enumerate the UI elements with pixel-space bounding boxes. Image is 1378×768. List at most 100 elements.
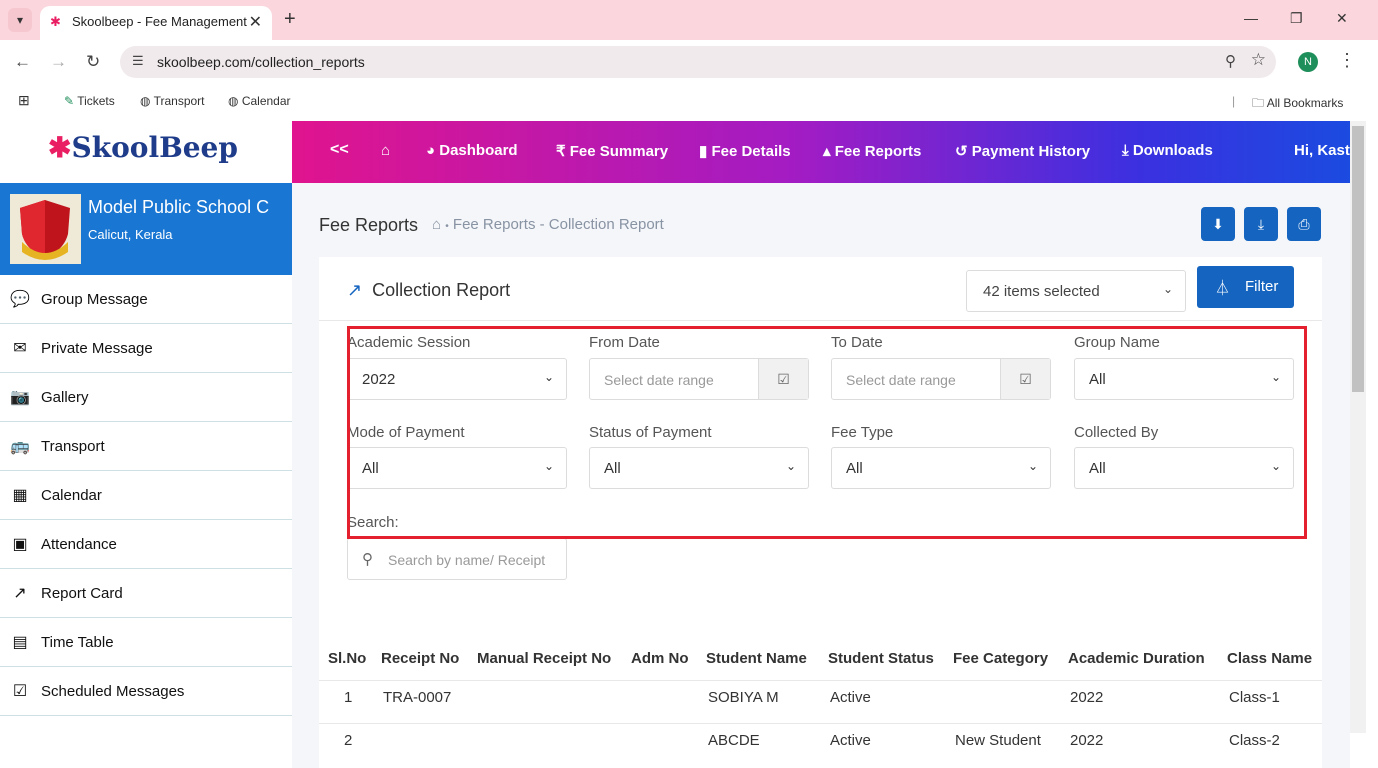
- bookmarks-divider: |: [1232, 94, 1236, 108]
- col-header[interactable]: Sl.No: [328, 650, 366, 667]
- page-scrollbar[interactable]: [1350, 121, 1366, 733]
- label-from-date: From Date: [589, 334, 660, 351]
- sidebar-item-attendance[interactable]: ▣ Attendance: [0, 520, 292, 569]
- label-fee-type: Fee Type: [831, 424, 894, 441]
- tab-search-button[interactable]: ▾: [8, 8, 32, 32]
- label-academic-session: Academic Session: [347, 334, 471, 351]
- rupee-icon: ₹: [556, 143, 566, 160]
- col-header[interactable]: Receipt No: [381, 650, 459, 667]
- mode-of-payment-select[interactable]: All ⌄: [347, 447, 567, 489]
- nav-fee-summary[interactable]: ₹ Fee Summary: [556, 142, 668, 160]
- close-tab-icon[interactable]: ✕: [249, 12, 262, 32]
- export-excel-button[interactable]: ⬇: [1201, 207, 1235, 241]
- bookmark-transport[interactable]: ◍ Transport: [140, 94, 205, 108]
- all-bookmarks[interactable]: 🗀 All Bookmarks: [1252, 94, 1343, 115]
- omnibox[interactable]: ☰ skoolbeep.com/collection_reports ⚲ ☆: [120, 46, 1276, 78]
- divider: [319, 320, 1322, 321]
- restore-icon[interactable]: ❐: [1290, 10, 1303, 27]
- academic-session-select[interactable]: 2022 ⌄: [347, 358, 567, 400]
- forward-icon[interactable]: →: [50, 52, 67, 72]
- profile-avatar[interactable]: N: [1298, 52, 1318, 72]
- collected-by-select[interactable]: All ⌄: [1074, 447, 1294, 489]
- bookmark-tickets[interactable]: ✎ Tickets: [64, 94, 115, 108]
- school-location: Calicut, Kerala: [88, 227, 173, 242]
- chevron-down-icon: ⌄: [1270, 370, 1281, 384]
- browser-tab[interactable]: ✱ Skoolbeep - Fee Management ✕: [40, 6, 272, 40]
- column-multiselect[interactable]: 42 items selected ⌄: [966, 270, 1186, 312]
- sidebar-item-group-message[interactable]: 💬 Group Message: [0, 275, 292, 324]
- school-crest: [10, 194, 81, 264]
- site-settings-icon[interactable]: ☰: [132, 53, 144, 69]
- nav-dashboard[interactable]: ◕ Dashboard: [426, 142, 518, 159]
- home-icon[interactable]: ⌂: [381, 142, 390, 159]
- label-mode-of-payment: Mode of Payment: [347, 424, 465, 441]
- nav-payment-history[interactable]: ↺ Payment History: [955, 142, 1090, 160]
- new-tab-icon[interactable]: +: [284, 8, 296, 31]
- table-cell: Active: [830, 689, 871, 706]
- table-cell: 2022: [1070, 732, 1104, 749]
- bookmark-star-icon[interactable]: ☆: [1251, 50, 1266, 70]
- col-header[interactable]: Manual Receipt No: [477, 650, 611, 667]
- col-header[interactable]: Student Name: [706, 650, 807, 667]
- document-icon: ▮: [699, 143, 708, 160]
- nav-fee-details[interactable]: ▮ Fee Details: [699, 142, 791, 160]
- status-of-payment-select[interactable]: All ⌄: [589, 447, 809, 489]
- apps-grid-icon[interactable]: ⊞: [18, 92, 30, 109]
- nav-fee-reports[interactable]: ▴ Fee Reports: [823, 142, 921, 160]
- printer-icon: ⎙: [1298, 216, 1310, 232]
- bookmark-calendar[interactable]: ◍ Calendar: [228, 94, 291, 108]
- nav-downloads[interactable]: ⤓ Downloads: [1122, 142, 1213, 159]
- zoom-icon[interactable]: ⚲: [1225, 52, 1236, 70]
- url-text[interactable]: skoolbeep.com/collection_reports: [157, 54, 365, 70]
- col-header[interactable]: Class Name: [1227, 650, 1312, 667]
- sidebar-item-scheduled-messages[interactable]: ☑ Scheduled Messages: [0, 667, 292, 716]
- home-outline-icon[interactable]: ⌂: [432, 216, 441, 233]
- from-date-field[interactable]: Select date range ☑: [589, 358, 809, 400]
- back-icon[interactable]: ←: [14, 52, 31, 72]
- minimize-icon[interactable]: —: [1244, 10, 1258, 26]
- collapse-sidebar-button[interactable]: <<: [330, 141, 349, 159]
- table-cell: 2022: [1070, 689, 1104, 706]
- sidebar-item-calendar[interactable]: ▦ Calendar: [0, 471, 292, 520]
- sidebar-item-time-table[interactable]: ▤ Time Table: [0, 618, 292, 667]
- fee-type-select[interactable]: All ⌄: [831, 447, 1051, 489]
- calendar-icon[interactable]: ☑: [758, 359, 808, 399]
- school-card: Model Public School C Calicut, Kerala: [0, 183, 292, 275]
- timetable-icon: ▤: [12, 634, 28, 651]
- close-window-icon[interactable]: ✕: [1336, 10, 1348, 27]
- calendar-icon[interactable]: ☑: [1000, 359, 1050, 399]
- divider: [319, 680, 1322, 681]
- skoolbeep-logo[interactable]: ✱SkoolBeep: [48, 131, 238, 164]
- col-header[interactable]: Student Status: [828, 650, 934, 667]
- sidebar-item-gallery[interactable]: 📷 Gallery: [0, 373, 292, 422]
- envelope-icon: ✉: [13, 340, 27, 357]
- browser-menu-icon[interactable]: ⋮: [1338, 50, 1356, 71]
- col-header[interactable]: Academic Duration: [1068, 650, 1205, 667]
- sidebar-item-private-message[interactable]: ✉ Private Message: [0, 324, 292, 373]
- download-button[interactable]: ⤓: [1244, 207, 1278, 241]
- col-header[interactable]: Adm No: [631, 650, 689, 667]
- to-date-field[interactable]: Select date range ☑: [831, 358, 1051, 400]
- bookmarks-bar: ⊞ ✎ Tickets ◍ Transport ◍ Calendar | 🗀 A…: [0, 86, 1378, 120]
- download-tray-icon: ⬇: [1212, 216, 1224, 232]
- col-header[interactable]: Fee Category: [953, 650, 1048, 667]
- search-input[interactable]: ⚲ Search by name/ Receipt: [347, 538, 567, 580]
- table-cell: Class-1: [1229, 689, 1280, 706]
- print-button[interactable]: ⎙: [1287, 207, 1321, 241]
- user-greeting[interactable]: Hi, Kast: [1294, 142, 1350, 159]
- sidebar-item-transport[interactable]: 🚌 Transport: [0, 422, 292, 471]
- table-cell: Active: [830, 732, 871, 749]
- scrollbar-thumb[interactable]: [1352, 126, 1364, 392]
- reload-icon[interactable]: ↻: [86, 52, 100, 72]
- chevron-down-icon: ⌄: [1027, 459, 1038, 473]
- label-search: Search:: [347, 514, 399, 531]
- sidebar-item-report-card[interactable]: ↗ Report Card: [0, 569, 292, 618]
- logo-star-icon: ✱: [48, 131, 72, 164]
- group-name-select[interactable]: All ⌄: [1074, 358, 1294, 400]
- table-cell: SOBIYA M: [708, 689, 779, 706]
- web-page: ✱SkoolBeep Model Public School C Calicut…: [0, 121, 1378, 768]
- label-collected-by: Collected By: [1074, 424, 1159, 441]
- download-icon: ⤓: [1122, 142, 1129, 159]
- filter-button[interactable]: ⏃ Filter: [1197, 266, 1294, 308]
- table-cell: 1: [344, 689, 353, 706]
